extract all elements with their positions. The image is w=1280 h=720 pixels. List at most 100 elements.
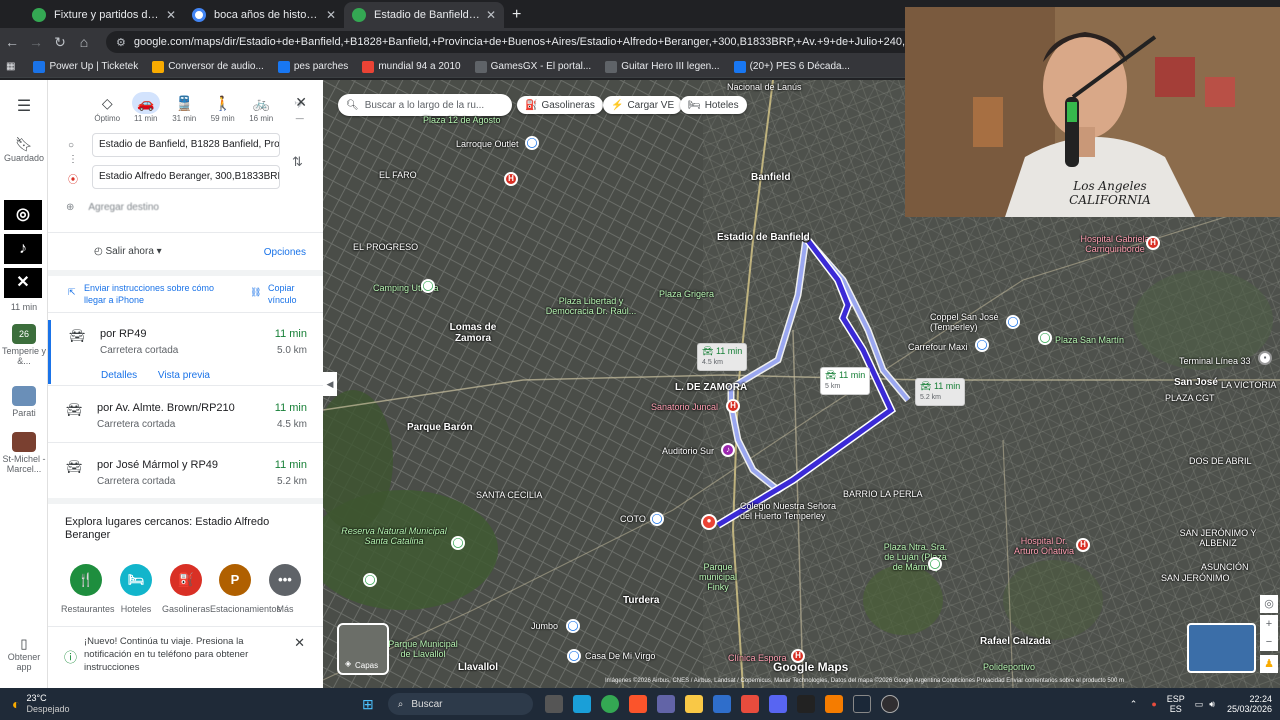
tab-close-icon[interactable]: ✕ xyxy=(166,8,176,22)
task-view-icon[interactable] xyxy=(544,695,563,713)
mode-bike[interactable]: 🚲 16 min xyxy=(246,92,276,123)
mode-transit[interactable]: 🚆 31 min xyxy=(169,92,199,123)
mic-icon[interactable]: ● xyxy=(1151,699,1156,709)
get-app-button[interactable]: ▯ Obtener app xyxy=(0,636,48,672)
tab-0[interactable]: Fixture y partidos de mañana e ✕ xyxy=(24,2,184,28)
app-icon[interactable] xyxy=(824,695,843,713)
zoom-out-button[interactable]: − xyxy=(1260,633,1278,651)
tab-close-icon[interactable]: ✕ xyxy=(326,8,336,22)
windows-start-icon[interactable]: ⊞ xyxy=(362,696,374,713)
parking-button[interactable]: P xyxy=(219,564,251,596)
bookmark-0[interactable]: Power Up | Ticketek xyxy=(33,60,138,73)
shopping-pin-icon[interactable]: ⬤ xyxy=(567,649,581,663)
folder-icon[interactable] xyxy=(684,695,703,713)
bookmark-3[interactable]: mundial 94 a 2010 xyxy=(362,60,461,73)
chrome-icon[interactable] xyxy=(600,695,619,713)
close-notification-icon[interactable]: ✕ xyxy=(294,635,305,651)
shopping-pin-icon[interactable]: ⬤ xyxy=(566,619,580,633)
bookmark-5[interactable]: Guitar Hero III legen... xyxy=(605,60,720,73)
home-icon[interactable]: ⌂ xyxy=(72,34,96,50)
pegman-icon[interactable]: ♟ xyxy=(1260,655,1278,673)
route-time-box[interactable]: 🚘︎ 11 min 5.2 km xyxy=(915,378,966,406)
swap-icon[interactable]: ⇅ xyxy=(292,154,303,170)
new-tab-button[interactable]: + xyxy=(512,2,521,28)
network-icon[interactable]: ▭ xyxy=(1195,699,1204,710)
bookmark-6[interactable]: (20+) PES 6 Década... xyxy=(733,60,850,73)
mode-best[interactable]: ◇ Óptimo xyxy=(92,92,122,123)
route-time-box[interactable]: 🚘︎ 11 min 5 km xyxy=(820,367,871,395)
mode-walk[interactable]: 🚶 59 min xyxy=(208,92,238,123)
send-to-phone[interactable]: ⇱ Enviar instrucciones sobre cómo llegar… xyxy=(68,282,218,306)
shopping-pin-icon[interactable]: ⬤ xyxy=(975,338,989,352)
shopping-pin-icon[interactable]: ⬤ xyxy=(1006,315,1020,329)
route-option-0[interactable]: 🚘︎ por RP49 Carretera cortada 11 min 5.0… xyxy=(48,320,323,384)
saved-button[interactable]: 🔖︎ Guardado xyxy=(0,136,48,163)
route-time-box[interactable]: 🚘︎ 11 min 4.5 km xyxy=(697,343,748,371)
apps-icon[interactable]: ▦ xyxy=(6,61,15,72)
steam-icon[interactable] xyxy=(852,695,871,713)
teams-icon[interactable] xyxy=(656,695,675,713)
discord-icon[interactable] xyxy=(768,695,787,713)
park-pin-icon[interactable]: ⬤ xyxy=(363,573,377,587)
obs-icon[interactable] xyxy=(880,695,899,713)
tray-chevron-icon[interactable]: ⌃ xyxy=(1130,699,1138,710)
park-pin-icon[interactable]: ⬤ xyxy=(421,279,435,293)
menu-icon[interactable]: ☰ xyxy=(0,96,48,116)
shopping-pin-icon[interactable]: ⬤ xyxy=(525,136,539,150)
app-icon[interactable] xyxy=(712,695,731,713)
language-indicator[interactable]: ESP ES xyxy=(1167,694,1185,714)
edge-icon[interactable] xyxy=(572,695,591,713)
street-view-thumb[interactable] xyxy=(1187,623,1256,673)
bus-pin-icon[interactable]: ▪ xyxy=(1258,351,1272,365)
app-icon[interactable] xyxy=(740,695,759,713)
hospital-pin-icon[interactable]: H xyxy=(726,399,740,413)
forward-icon[interactable]: → xyxy=(24,34,48,50)
app-icon[interactable] xyxy=(796,695,815,713)
search-along-route[interactable]: 🔍︎ Buscar a lo largo de la ru... xyxy=(338,94,512,116)
origin-input[interactable]: Estadio de Banfield, B1828 Banfield, Pro… xyxy=(92,133,280,157)
layers-button[interactable]: ◈ Capas xyxy=(337,623,389,675)
back-icon[interactable]: ← xyxy=(0,34,24,50)
details-link[interactable]: Detalles xyxy=(101,370,137,381)
recent-stmichel[interactable]: St-Michel - Marcel... xyxy=(0,432,48,474)
bookmark-1[interactable]: Conversor de audio... xyxy=(152,60,264,73)
hotels-button[interactable]: 🛏 xyxy=(120,564,152,596)
clock[interactable]: 22:24 25/03/2026 xyxy=(1227,694,1272,714)
collapse-panel-icon[interactable]: ◀ xyxy=(323,372,337,396)
destination-pin-icon[interactable]: ● xyxy=(701,514,717,530)
tab-close-icon[interactable]: ✕ xyxy=(486,8,496,22)
recent-temperley[interactable]: 26 Temperie y &... xyxy=(0,324,48,366)
hospital-pin-icon[interactable]: H xyxy=(504,172,518,186)
mode-car[interactable]: 🚗 11 min xyxy=(131,92,161,123)
chip-ev[interactable]: ⚡ Cargar VE xyxy=(603,96,683,114)
taskbar-search[interactable]: ⌕ Buscar xyxy=(387,693,533,715)
park-pin-icon[interactable]: ⬤ xyxy=(928,557,942,571)
purple-pin-icon[interactable]: ♪ xyxy=(721,443,735,457)
close-directions-icon[interactable]: ✕ xyxy=(295,94,307,111)
more-button[interactable]: ••• xyxy=(269,564,301,596)
park-pin-icon[interactable]: ⬤ xyxy=(451,536,465,550)
park-pin-icon[interactable]: ⬤ xyxy=(1038,331,1052,345)
my-location-icon[interactable]: ◎ xyxy=(1260,595,1278,613)
hospital-pin-icon[interactable]: H xyxy=(791,649,805,663)
chip-hotels[interactable]: 🛏 Hoteles xyxy=(680,96,747,114)
restaurants-button[interactable]: 🍴 xyxy=(70,564,102,596)
volume-icon[interactable]: 🔊︎ xyxy=(1209,699,1215,710)
hospital-pin-icon[interactable]: H xyxy=(1076,538,1090,552)
copy-link[interactable]: ⛓ Copiar vínculo xyxy=(250,282,320,306)
shopping-pin-icon[interactable]: ⬤ xyxy=(650,512,664,526)
site-info-icon[interactable]: ⚙ xyxy=(116,36,126,49)
options-link[interactable]: Opciones xyxy=(264,247,306,258)
preview-link[interactable]: Vista previa xyxy=(158,370,210,381)
bookmark-4[interactable]: GamesGX - El portal... xyxy=(474,60,591,73)
weather-widget[interactable]: ◐ 23°C Despejado xyxy=(12,693,112,715)
add-destination[interactable]: ⊕ Agregar destino xyxy=(66,202,159,213)
tab-2[interactable]: Estadio de Banfield a Estadio A ✕ xyxy=(344,2,504,28)
hospital-pin-icon[interactable]: H xyxy=(1146,236,1160,250)
bookmark-2[interactable]: pes parches xyxy=(277,60,348,73)
recent-parati[interactable]: Parati xyxy=(0,386,48,418)
chip-gas[interactable]: ⛽ Gasolineras xyxy=(517,96,603,114)
zoom-in-button[interactable]: + xyxy=(1260,615,1278,633)
destination-input[interactable]: Estadio Alfredo Beranger, 300,B1833BRP xyxy=(92,165,280,189)
depart-selector[interactable]: ◴ Salir ahora ▾ xyxy=(94,246,162,257)
